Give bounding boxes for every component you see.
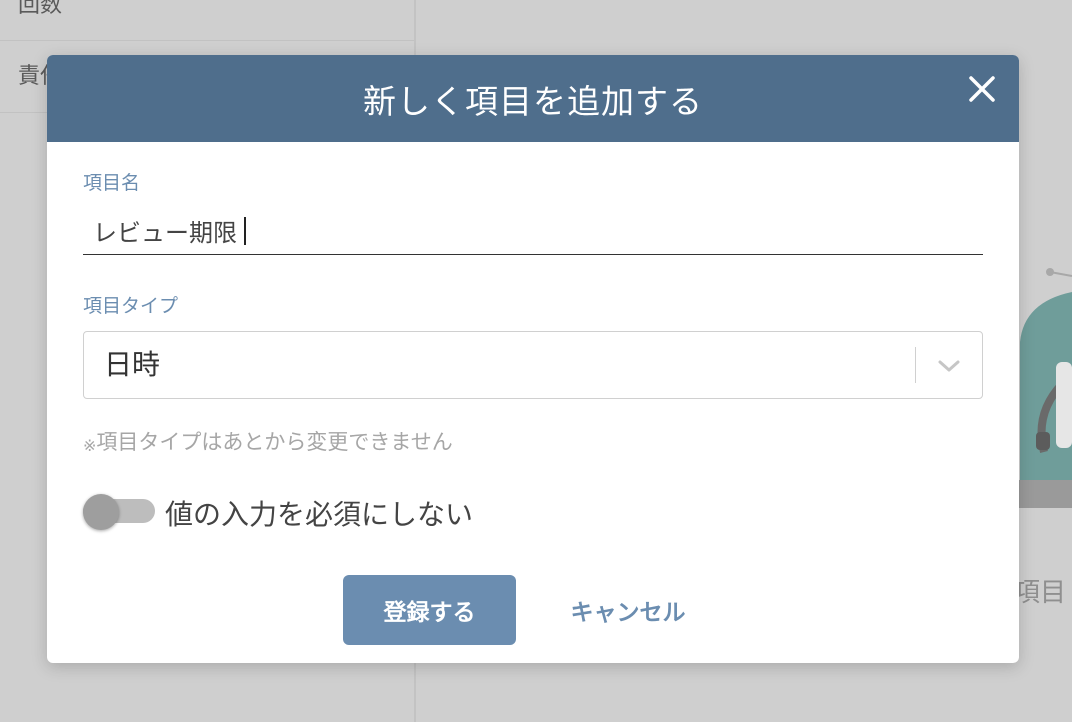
required-toggle-label: 値の入力を必須にしない: [165, 498, 474, 531]
close-icon: [969, 76, 995, 102]
dialog-header: 新しく項目を追加する: [47, 55, 1019, 142]
select-arrow[interactable]: [933, 350, 965, 382]
background-list-item: 回数: [0, 0, 414, 41]
close-button[interactable]: [965, 72, 999, 106]
field-type-label: 項目タイプ: [83, 295, 179, 317]
field-name-input[interactable]: [83, 207, 983, 255]
select-separator: [915, 347, 916, 383]
dialog-title: 新しく項目を追加する: [363, 81, 703, 121]
cancel-button[interactable]: キャンセル: [543, 575, 713, 645]
field-type-selected-value: 日時: [104, 348, 161, 381]
background-illustration: [1014, 268, 1072, 508]
note-mark: ※: [83, 436, 97, 455]
note-text: 項目タイプはあとから変更できません: [96, 430, 453, 454]
required-toggle[interactable]: [83, 494, 155, 531]
chevron-down-icon: [938, 360, 960, 372]
field-name-label: 項目名: [83, 172, 141, 194]
field-type-note: ※項目タイプはあとから変更できません: [83, 426, 453, 456]
field-type-select[interactable]: 日時: [83, 331, 983, 399]
background-text: 項目: [1014, 578, 1067, 608]
add-field-dialog: 新しく項目を追加する 項目名 項目タイプ 日時 ※項目タイプはあとから変更できま…: [47, 55, 1019, 663]
text-caret: [244, 217, 246, 245]
toggle-knob: [83, 494, 119, 530]
submit-button[interactable]: 登録する: [343, 575, 516, 645]
